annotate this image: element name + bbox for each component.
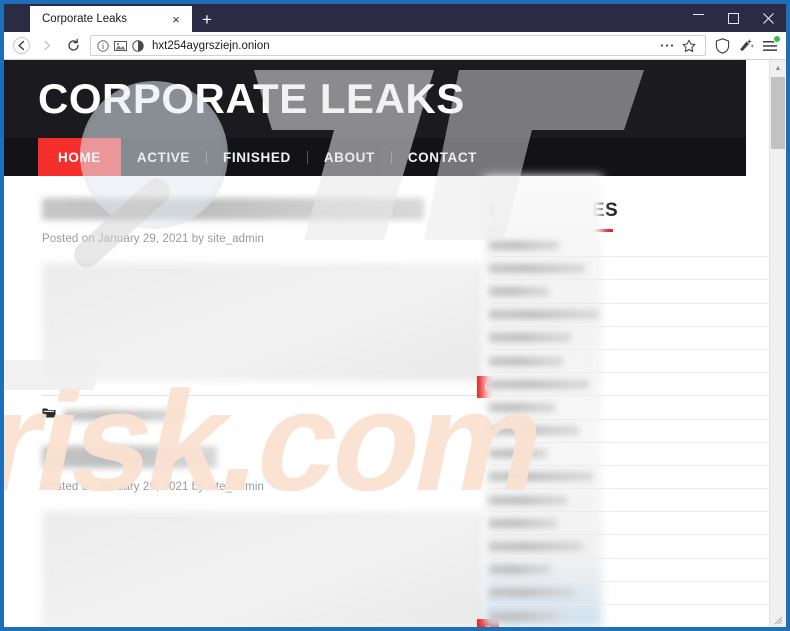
back-icon[interactable] <box>8 34 34 58</box>
category-label-redacted <box>489 449 547 459</box>
category-label-redacted <box>489 402 555 412</box>
nav-item-active-label: ACTIVE <box>136 149 191 165</box>
page-content: Posted on January 29, 2021 by site_admin <box>4 176 769 627</box>
scrollbar-thumb[interactable] <box>771 77 785 149</box>
clear-history-icon[interactable] <box>734 34 758 58</box>
category-list-item[interactable] <box>489 280 769 304</box>
category-list-item[interactable] <box>489 327 769 350</box>
nav-item-contact-label: CONTACT <box>407 149 478 165</box>
category-list-item[interactable] <box>489 420 769 443</box>
scroll-up-icon[interactable]: ▲ <box>770 60 786 77</box>
category-list-item[interactable] <box>489 350 769 374</box>
image-permission-icon[interactable] <box>114 40 127 52</box>
category-list-item[interactable] <box>489 373 769 397</box>
page-gutter <box>746 60 769 176</box>
category-label-redacted <box>489 379 589 389</box>
sidebar-heading-underline <box>489 229 613 232</box>
category-label-redacted <box>489 240 559 250</box>
window-controls <box>681 4 786 32</box>
category-label-redacted <box>489 611 561 621</box>
site-header: CORPORATE LEAKS <box>4 60 746 138</box>
address-bar-actions <box>657 36 699 56</box>
category-list-item[interactable] <box>489 559 769 582</box>
post-title-redacted[interactable] <box>42 446 217 468</box>
tab-title: Corporate Leaks <box>42 13 128 25</box>
category-label-redacted <box>489 263 585 273</box>
site-navigation: HOME ACTIVE FINISHED ABOUT CONTACT <box>4 138 746 176</box>
page-viewport: CORPORATE LEAKS HOME ACTIVE FINISHED ABO… <box>4 60 786 627</box>
category-label-redacted <box>489 310 599 320</box>
category-list-item[interactable] <box>489 304 769 327</box>
post-excerpt-redacted <box>42 511 484 627</box>
tor-circuit-icon[interactable] <box>132 39 144 52</box>
category-label-redacted <box>489 426 579 436</box>
window-close-button[interactable] <box>751 4 786 32</box>
post-item: Posted on January 29, 2021 by site_admin <box>42 198 514 424</box>
post-category-redacted[interactable] <box>64 409 184 421</box>
close-icon[interactable]: × <box>168 11 184 27</box>
forward-icon <box>34 34 60 58</box>
info-icon[interactable] <box>97 39 109 52</box>
app-menu-icon[interactable] <box>758 34 782 58</box>
category-label-redacted <box>489 518 557 528</box>
post-title-redacted[interactable] <box>42 198 424 220</box>
nav-item-about-label: ABOUT <box>323 149 375 165</box>
site-title: CORPORATE LEAKS <box>38 75 465 122</box>
category-label-redacted <box>489 333 571 343</box>
resize-grip-icon[interactable] <box>774 616 784 626</box>
nav-item-active[interactable]: ACTIVE <box>121 138 206 176</box>
category-list-item[interactable] <box>489 443 769 466</box>
category-list-item[interactable] <box>489 582 769 605</box>
post-excerpt-redacted <box>42 263 484 381</box>
more-actions-icon[interactable] <box>657 36 677 56</box>
category-label-redacted <box>489 495 567 505</box>
nav-item-about[interactable]: ABOUT <box>308 138 391 176</box>
category-list-item[interactable] <box>489 605 769 627</box>
tab-corporate-leaks[interactable]: Corporate Leaks × <box>30 6 192 32</box>
category-list <box>484 234 769 627</box>
browser-window: Corporate Leaks × + hxt254aygrsziejn.oni… <box>0 0 790 631</box>
nav-item-finished-label: FINISHED <box>223 149 291 165</box>
category-list-item[interactable] <box>489 257 769 281</box>
sidebar-heading: CATEGORIES <box>489 200 619 221</box>
nav-item-contact[interactable]: CONTACT <box>392 138 493 176</box>
reload-icon[interactable] <box>60 34 86 58</box>
shield-icon[interactable] <box>710 34 734 58</box>
post-item: Posted on January 29, 2021 by site_admin <box>42 446 484 627</box>
post-meta: Posted on January 29, 2021 by site_admin <box>42 233 265 245</box>
category-list-item[interactable] <box>489 512 769 536</box>
maximize-button[interactable] <box>716 4 751 32</box>
page-scrollbar[interactable]: ▲ <box>769 60 786 627</box>
new-tab-button[interactable]: + <box>192 6 222 32</box>
update-badge-icon <box>773 34 781 43</box>
category-list-item[interactable] <box>489 535 769 559</box>
scrollbar-track[interactable] <box>770 77 786 627</box>
category-label-redacted <box>489 588 575 598</box>
category-list-item[interactable] <box>489 396 769 420</box>
post-divider <box>42 395 514 396</box>
nav-item-finished[interactable]: FINISHED <box>207 138 307 176</box>
category-label-redacted <box>489 356 563 366</box>
sidebar: CATEGORIES <box>484 176 769 627</box>
category-label-redacted <box>489 565 551 575</box>
address-bar[interactable]: hxt254aygrsziejn.onion <box>90 35 706 56</box>
category-list-item[interactable] <box>489 466 769 490</box>
folder-icon <box>42 406 56 424</box>
nav-item-home-label: HOME <box>58 149 101 165</box>
post-categories <box>42 406 484 424</box>
category-label-redacted <box>489 472 593 482</box>
tab-strip: Corporate Leaks × + <box>4 4 786 32</box>
post-list: Posted on January 29, 2021 by site_admin <box>4 176 514 627</box>
minimize-button[interactable] <box>681 4 716 32</box>
category-list-item[interactable] <box>489 489 769 513</box>
post-meta: Posted on January 29, 2021 by site_admin <box>42 481 265 493</box>
web-page: CORPORATE LEAKS HOME ACTIVE FINISHED ABO… <box>4 60 769 627</box>
bookmark-star-icon[interactable] <box>679 36 699 56</box>
nav-item-home[interactable]: HOME <box>38 138 121 176</box>
browser-toolbar: hxt254aygrsziejn.onion <box>4 32 786 60</box>
category-list-item[interactable] <box>489 234 769 258</box>
category-label-redacted <box>489 286 549 296</box>
url-text: hxt254aygrsziejn.onion <box>152 39 270 52</box>
category-label-redacted <box>489 542 583 552</box>
